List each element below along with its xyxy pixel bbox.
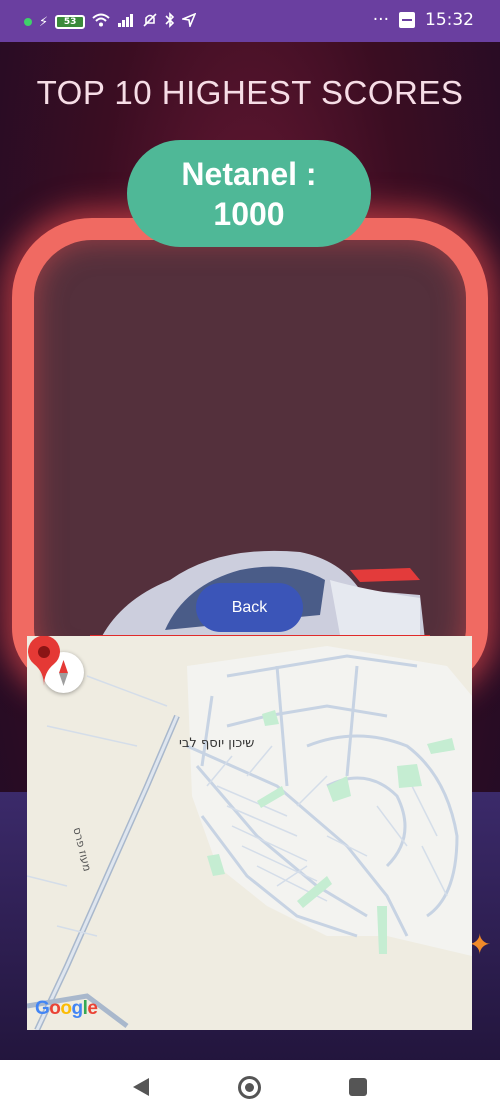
nav-back-icon[interactable] [133, 1078, 149, 1096]
back-button[interactable]: Back [196, 583, 303, 632]
status-bar: ⚡ 53 ··· 15:32 [0, 0, 500, 42]
location-pin-icon[interactable] [27, 636, 61, 686]
system-nav-bar [0, 1060, 500, 1117]
nav-recents-icon[interactable] [349, 1078, 367, 1096]
google-logo-letter: g [71, 998, 84, 1019]
map-view[interactable]: שיכון יוסף לבי מעוז פרס Google [27, 636, 472, 1030]
map-tiles [27, 646, 472, 1030]
status-left: ⚡ 53 [24, 12, 197, 32]
google-logo-letter: o [60, 998, 72, 1019]
app-notification-icon [399, 12, 415, 28]
google-logo-letter: o [49, 998, 61, 1019]
status-right: ··· 15:32 [373, 10, 474, 30]
signal-icon [117, 13, 135, 31]
more-icon: ··· [372, 10, 389, 30]
google-logo: Google [35, 998, 98, 1020]
bluetooth-icon [165, 12, 175, 32]
wifi-icon [92, 13, 110, 31]
location-icon [180, 12, 197, 31]
charging-icon: ⚡ [39, 14, 49, 30]
nav-home-icon[interactable] [238, 1076, 261, 1099]
google-logo-letter: e [87, 998, 98, 1019]
google-logo-letter: G [35, 998, 50, 1019]
dot-icon [24, 18, 32, 26]
score-value: 1000 [213, 196, 285, 232]
score-player-name: Netanel : [181, 156, 317, 192]
clock: 15:32 [425, 10, 474, 30]
page-title: TOP 10 HIGHEST SCORES [36, 74, 464, 111]
mute-icon [142, 12, 158, 32]
map-place-label: שיכון יוסף לבי [179, 736, 255, 751]
battery-icon: 53 [55, 15, 86, 29]
score-entry: Netanel : 1000 [127, 140, 371, 247]
